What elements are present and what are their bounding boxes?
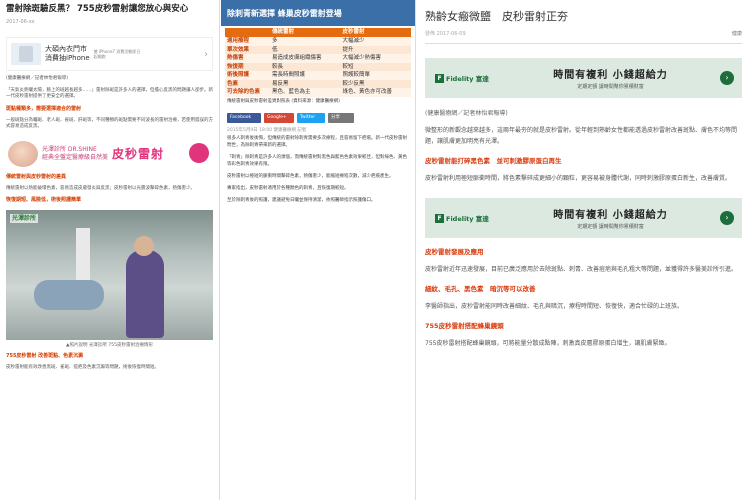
face-image — [8, 140, 38, 167]
ad-brand: Fidelity 富達 — [446, 75, 489, 83]
article-title: 熟齡女瘢微鹽 皮秒雷射正夯 — [425, 10, 568, 23]
article-paragraph: 皮秒雷射能有效改善黑斑、雀斑、痘疤及色素沉澱等問題，術後恢復時間短。 — [6, 365, 159, 370]
ad-fine-print: 搶 iPhone7 消費活動即日起開跑 — [93, 49, 141, 59]
table-header-row: 傳統雷射 皮秒雷射 — [225, 28, 411, 37]
article-title: 雷射除斑驗反黑？ 755皮秒雷射讓您放心與安心 — [6, 4, 189, 14]
section-heading: 皮秒雷射發展及應用 — [425, 248, 484, 256]
article-paragraph: 很多人刺青後後悔，但傳統的雷射除刺青需要多次療程，且容易留下疤痕。新一代皮秒雷射… — [227, 135, 407, 148]
section-heading: 斑點種類多，需要選擇適合的雷射 — [6, 105, 82, 112]
ad-line: 消費抽iPhone — [45, 54, 90, 62]
ad-headline: 時間有複利 小錢超給力 — [553, 210, 668, 221]
article-paragraph: 755皮秒雷射搭配蜂巢鏡頭，可將能量分散成點陣，刺激真皮層膠原蛋白增生，讓肌膚緊… — [425, 340, 671, 347]
section-heading: 傳統雷射與皮秒雷射的差異 — [6, 173, 67, 180]
section-heading: 755皮秒雷射 改善斑點、色素沉澱 — [6, 353, 84, 359]
table-row: 恢復期 較長 較短 — [225, 62, 411, 71]
article-intro: 「天氣炎熱曬太陽，臉上的斑越長越多……」雷射除斑是許多人的選擇，但擔心反黑的問題… — [6, 87, 213, 100]
table-header: 皮秒雷射 — [340, 28, 411, 37]
social-share-bar: Facebook Google+ Twitter 分享 — [221, 107, 415, 127]
table-row: 適用療程 多 大幅減少 — [225, 37, 411, 46]
patient-figure — [34, 280, 104, 310]
article-panel-middle: 除刺青新選擇 蜂巢皮秒雷射登場 傳統雷射 皮秒雷射 適用療程 多 大幅減少 單次… — [221, 0, 416, 500]
photo-caption: ▲照片說明 光澤診所 755皮秒雷射治療情形 — [66, 343, 153, 348]
doctor-figure — [126, 250, 164, 338]
fidelity-f-icon: F — [435, 213, 444, 223]
table-row: 熱傷害 易造成皮膚組織傷害 大幅減少熱傷害 — [225, 54, 411, 63]
fidelity-ad[interactable]: F Fidelity 富達 時間有複利 小錢超給力 定期定額 讓時間幫你累積財富… — [425, 58, 742, 98]
table-header: 傳統雷射 — [270, 28, 341, 37]
arrow-right-icon[interactable]: › — [720, 71, 734, 85]
banner-title: 除刺青新選擇 蜂巢皮秒雷射登場 — [221, 0, 415, 26]
section-heading: 755皮秒雷射搭配蜂巢鏡頭 — [425, 322, 504, 330]
fidelity-logo: F Fidelity 富達 — [435, 203, 501, 233]
article-paragraph: 至於除刺青後的照護，建議避免日曬並保持清潔，依照醫師指示照護傷口。 — [227, 197, 376, 203]
article-paragraph: 「刺青」除刺青是許多人的煩惱，而傳統雷射對黑色與藍色色素效果較佳，但對綠色、黃色… — [227, 154, 407, 167]
banner-ad[interactable]: 大碩內衣門市 消費抽iPhone 搶 iPhone7 消費活動即日起開跑 › — [6, 37, 213, 71]
facebook-share-button[interactable]: Facebook — [227, 112, 261, 123]
article-meta: 2017-06-xx — [6, 19, 35, 25]
twitter-share-button[interactable]: Twitter — [297, 112, 325, 123]
article-paragraph: 一般斑點分為曬斑、老人斑、雀斑、肝斑等，不同種類的斑點需要不同波長的雷射治療，若… — [6, 117, 213, 130]
laser-machine — [76, 228, 90, 282]
article-panel-left: 雷射除斑驗反黑？ 755皮秒雷射讓您放心與安心 2017-06-xx 大碩內衣門… — [0, 0, 220, 500]
table-note: 傳統雷射與皮秒雷射差異對照表 (資料來源：健康醫療網) — [227, 98, 340, 104]
arrow-right-icon[interactable]: › — [720, 211, 734, 225]
ad-subline: 定期定額 讓時間幫你累積財富 — [577, 224, 644, 230]
fidelity-ad[interactable]: F Fidelity 富達 時間有複利 小錢超給力 定期定額 讓時間幫你累積財富… — [425, 198, 742, 238]
clinic-banner[interactable]: 光澤診所 DR.SHINE 經典全盤定醫療級自然美 皮秒雷射 — [6, 139, 213, 169]
share-button[interactable]: 分享 — [328, 112, 354, 123]
doctor-head — [134, 236, 154, 256]
category-label[interactable]: 健康 — [732, 30, 742, 37]
article-paragraph: 皮秒雷射以極短的脈衝時間擊碎色素，熱傷害少，能縮短療程次數，減少疤痕產生。 — [227, 173, 394, 179]
ad-headline: 時間有複利 小錢超給力 — [553, 70, 668, 81]
treatment-photo: 光澤診所 — [6, 210, 213, 340]
clinic-logo: 光澤診所 — [10, 214, 39, 223]
section-heading: 細紋、毛孔、黑色素 暗沉等可以改善 — [425, 285, 536, 293]
divider — [425, 43, 742, 44]
comparison-table: 傳統雷射 皮秒雷射 適用療程 多 大幅減少 單次效果 低 提升 熱傷害 易造成皮… — [225, 28, 411, 97]
table-row: 色素 易反黑 較少反黑 — [225, 79, 411, 88]
article-body: 很多人刺青後後悔，但傳統的雷射除刺青需要多次療程，且容易留下疤痕。新一代皮秒雷射… — [221, 133, 415, 211]
table-row: 術後照護 需長時間照護 照護較簡單 — [225, 71, 411, 80]
badge-icon — [189, 142, 209, 163]
ad-brand: 大碩內衣門市 — [45, 45, 87, 53]
article-paragraph: 李醫師指出，皮秒雷射能同時改善細紋、毛孔與暗沉，療程時間短、恢復快，適合忙碌的上… — [425, 303, 684, 310]
section-heading: 皮秒雷射能打碎黑色素 並可刺激膠原蛋白再生 — [425, 157, 562, 165]
article-paragraph: 皮秒雷射近年迅速發展，目前已廣泛應用於去除斑點、刺青、改善痘疤與毛孔粗大等問題，… — [425, 266, 738, 273]
table-header — [225, 28, 270, 37]
clinic-headline: 皮秒雷射 — [112, 147, 165, 161]
article-byline: (健康醫療網／記者林怡君報導) — [6, 76, 69, 81]
article-date: 發佈 2017-06-09 — [425, 31, 466, 37]
article-paragraph: 專家指出，皮秒雷射適用於各種顏色的刺青，且恢復期較短。 — [227, 185, 349, 191]
article-paragraph: 微整形的新觀念越來越多，這兩年最夯的就是皮秒雷射。從年輕到熟齡女性都能透過皮秒雷… — [425, 127, 738, 145]
article-panel-right: 熟齡女瘢微鹽 皮秒雷射正夯 發佈 2017-06-09 健康 F Fidelit… — [417, 0, 750, 500]
article-paragraph: 皮秒雷射利用極短脈衝時間，將色素擊碎成更細小的顆粒，更容易被身體代謝，同時刺激膠… — [425, 175, 732, 182]
clinic-tagline: 光澤診所 DR.SHINE — [42, 145, 97, 153]
article-source: (健康醫療網／記者林怡君報導) — [425, 110, 508, 117]
store-logo-icon — [11, 43, 41, 65]
ad-subline: 定期定額 讓時間幫你累積財富 — [577, 84, 644, 90]
fidelity-f-icon: F — [435, 73, 444, 83]
clinic-sub: 經典全盤定醫療級自然美 — [42, 153, 109, 161]
fidelity-logo: F Fidelity 富達 — [435, 63, 501, 93]
chevron-right-icon[interactable]: › — [204, 49, 208, 60]
google-plus-share-button[interactable]: Google+ — [264, 112, 294, 123]
section-heading: 恢復期短、風險低，術後照護簡單 — [6, 197, 82, 203]
table-row: 單次效果 低 提升 — [225, 45, 411, 54]
ad-brand: Fidelity 富達 — [446, 215, 489, 223]
table-row: 可去除的色素 黑色、藍色為主 綠色、黃色亦可改善 — [225, 88, 411, 97]
article-paragraph: 傳統雷射以熱能破壞色素，容易造成皮膚發炎與反黑；皮秒雷射以光震波擊碎色素，熱傷害… — [6, 185, 195, 191]
